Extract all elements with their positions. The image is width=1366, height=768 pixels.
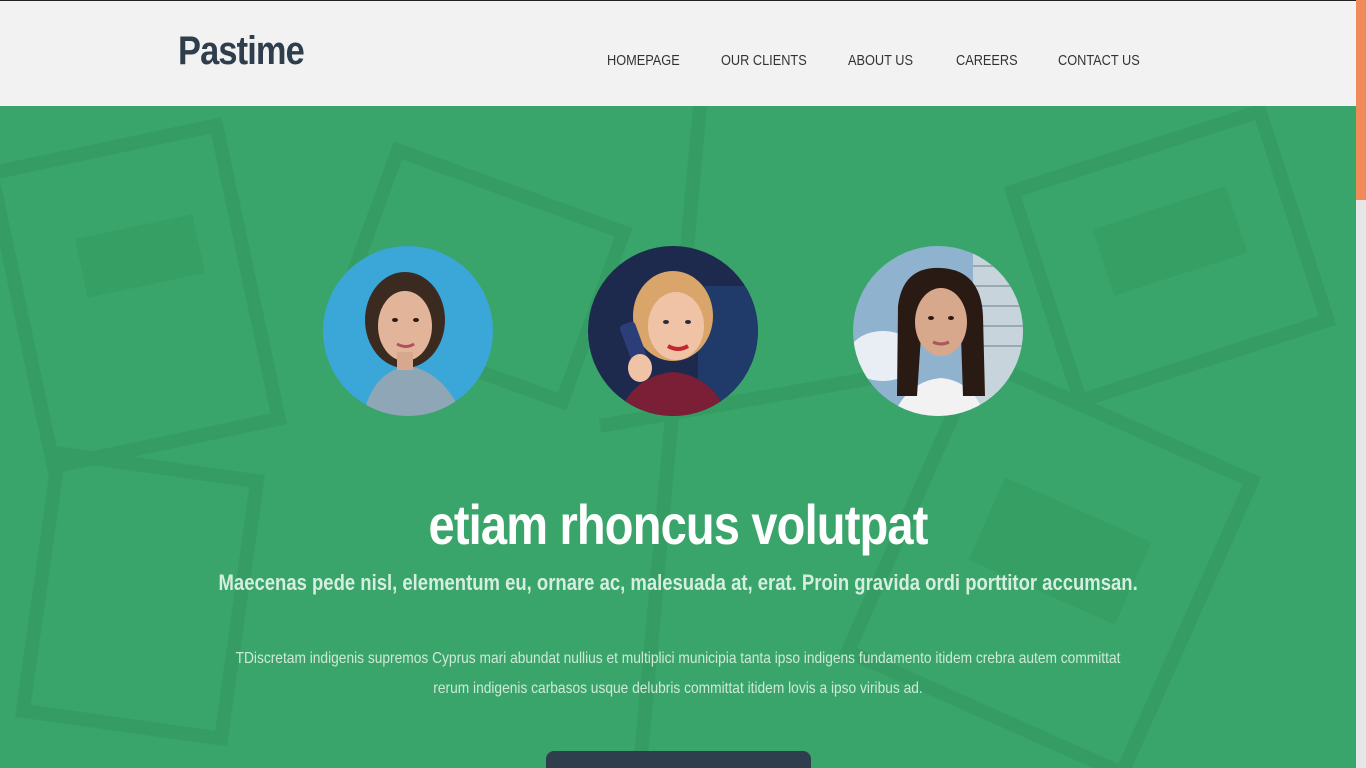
nav-careers[interactable]: CAREERS bbox=[956, 52, 1018, 69]
portrait-woman-2-image bbox=[588, 246, 758, 416]
nav-our-clients[interactable]: OUR CLIENTS bbox=[721, 52, 807, 69]
main-nav: HOMEPAGE OUR CLIENTS ABOUT US CAREERS CO… bbox=[0, 52, 1356, 72]
nav-homepage[interactable]: HOMEPAGE bbox=[607, 52, 680, 69]
hero-section: etiam rhoncus volutpat Maecenas pede nis… bbox=[0, 106, 1356, 768]
page: Pastime HOMEPAGE OUR CLIENTS ABOUT US CA… bbox=[0, 0, 1356, 768]
portrait-woman-1-image bbox=[323, 246, 493, 416]
nav-about-us[interactable]: ABOUT US bbox=[848, 52, 913, 69]
hero-body-content: TDiscretam indigenis supremos Cyprus mar… bbox=[235, 650, 1121, 697]
site-header: Pastime HOMEPAGE OUR CLIENTS ABOUT US CA… bbox=[0, 0, 1356, 106]
portrait-woman-3-image bbox=[853, 246, 1023, 416]
nav-contact-us[interactable]: CONTACT US bbox=[1058, 52, 1140, 69]
hero-subtitle-text: Maecenas pede nisl, elementum eu, ornare… bbox=[218, 570, 1138, 595]
portrait-woman-2 bbox=[588, 246, 758, 416]
scrollbar-thumb[interactable] bbox=[1356, 0, 1366, 200]
hero-title-text: etiam rhoncus volutpat bbox=[428, 493, 928, 556]
hero-cta-button[interactable] bbox=[546, 751, 811, 768]
hero-subtitle: Maecenas pede nisl, elementum eu, ornare… bbox=[0, 570, 1356, 596]
hero-title: etiam rhoncus volutpat bbox=[0, 492, 1356, 557]
vertical-scrollbar[interactable] bbox=[1356, 0, 1366, 768]
hero-body-text: TDiscretam indigenis supremos Cyprus mar… bbox=[150, 644, 1206, 704]
portrait-woman-3 bbox=[853, 246, 1023, 416]
portrait-woman-1 bbox=[323, 246, 493, 416]
